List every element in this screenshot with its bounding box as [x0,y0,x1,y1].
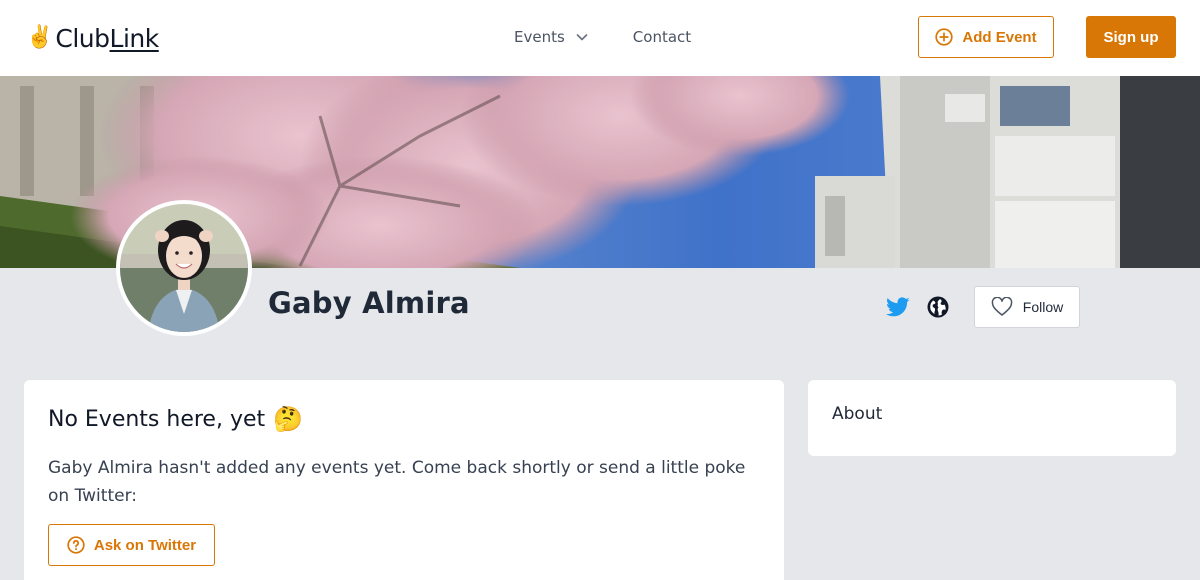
events-card: No Events here, yet 🤔 Gaby Almira hasn't… [24,380,784,580]
signup-button[interactable]: Sign up [1086,16,1176,58]
site-header: ✌️ ClubLink Events Contact Add Event Sig… [0,0,1200,76]
nav-contact[interactable]: Contact [633,25,691,49]
about-card: About [808,380,1176,456]
events-empty-heading: No Events here, yet 🤔 [48,405,303,433]
nav-events-label: Events [514,28,565,46]
profile-avatar-frame [116,200,252,336]
avatar-photo [120,204,248,332]
nav-events[interactable]: Events [514,25,589,49]
question-circle-icon [67,536,85,554]
add-event-button[interactable]: Add Event [918,16,1054,58]
chevron-down-icon [576,34,588,41]
follow-button[interactable]: Follow [974,286,1080,328]
add-event-label: Add Event [962,28,1037,46]
avatar [120,204,248,332]
events-empty-message: Gaby Almira hasn't added any events yet.… [48,458,746,506]
heart-icon [991,297,1013,316]
ask-on-twitter-button[interactable]: Ask on Twitter [48,524,215,566]
globe-icon[interactable] [926,295,950,319]
nav-contact-label: Contact [632,28,692,46]
clublink-logo[interactable]: ✌️ ClubLink [26,20,159,56]
plus-circle-icon [935,28,954,46]
about-title: About [832,404,883,424]
twitter-icon[interactable] [886,295,910,319]
follow-label: Follow [1022,299,1064,315]
victory-hand-icon: ✌️ [26,25,54,50]
main-nav: Events Contact [514,25,691,49]
profile-name: Gaby Almira [268,286,470,320]
thinking-face-icon: 🤔 [273,405,304,433]
signup-label: Sign up [1103,28,1159,46]
events-empty-title: No Events here, yet [48,406,266,432]
logo-text: ClubLink [55,23,159,53]
ask-on-twitter-label: Ask on Twitter [93,536,197,554]
